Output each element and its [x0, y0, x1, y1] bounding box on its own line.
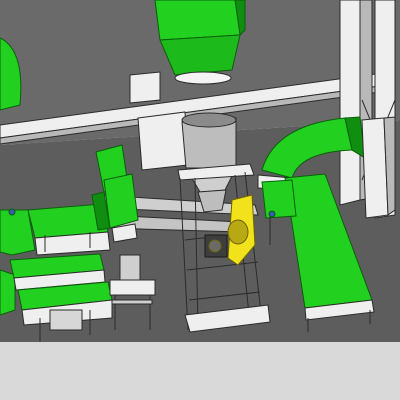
cad-scene — [0, 0, 400, 400]
right-column — [361, 116, 396, 219]
lower-floor-edge — [0, 342, 400, 400]
